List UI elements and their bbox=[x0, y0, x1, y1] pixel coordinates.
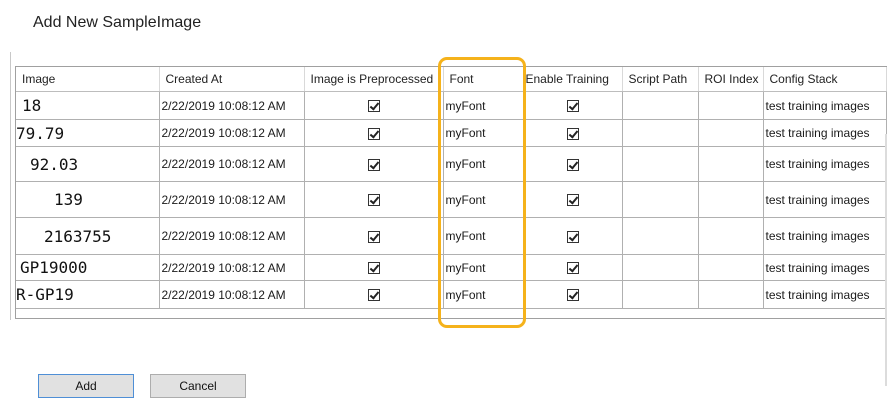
cell-font[interactable]: myFont bbox=[443, 119, 524, 147]
cell-enable-training[interactable] bbox=[523, 280, 623, 309]
cell-created-at[interactable]: 2/22/2019 10:08:12 AM bbox=[159, 91, 305, 120]
cell-created-at[interactable]: 2/22/2019 10:08:12 AM bbox=[159, 254, 305, 281]
cell-image[interactable]: GP19000 bbox=[16, 254, 160, 281]
cell-enable-training[interactable] bbox=[523, 119, 623, 147]
checkbox-checked[interactable] bbox=[566, 230, 579, 243]
cell-image[interactable]: 18 bbox=[16, 91, 160, 120]
image-text: R-GP19 bbox=[16, 285, 74, 304]
cell-roi-index[interactable] bbox=[698, 181, 764, 218]
column-header-config-stack[interactable]: Config Stack bbox=[763, 67, 887, 92]
cell-font[interactable]: myFont bbox=[443, 217, 524, 255]
checkbox-checked[interactable] bbox=[566, 100, 579, 113]
cell-script-path[interactable] bbox=[622, 119, 699, 147]
cell-font[interactable]: myFont bbox=[443, 146, 524, 182]
cell-config-stack[interactable]: test training images bbox=[763, 254, 887, 281]
cell-preprocessed[interactable] bbox=[304, 91, 444, 120]
table-row[interactable]: 18 2/22/2019 10:08:12 AM myFont test traini… bbox=[16, 91, 887, 120]
column-header-preprocessed[interactable]: Image is Preprocessed bbox=[304, 67, 444, 92]
cell-image[interactable]: 92.03 bbox=[16, 146, 160, 182]
image-text: 79.79 bbox=[16, 123, 65, 143]
checkbox-checked[interactable] bbox=[367, 127, 380, 140]
column-header-created-at[interactable]: Created At bbox=[159, 67, 305, 92]
table-row[interactable]: 139 2/22/2019 10:08:12 AM myFont test train… bbox=[16, 181, 887, 218]
cell-preprocessed[interactable] bbox=[304, 254, 444, 281]
cell-script-path[interactable] bbox=[622, 146, 699, 182]
table-row[interactable]: 79.79 2/22/2019 10:08:12 AM myFont test tra… bbox=[16, 119, 887, 147]
cell-script-path[interactable] bbox=[622, 181, 699, 218]
cell-created-at[interactable]: 2/22/2019 10:08:12 AM bbox=[159, 146, 305, 182]
checkbox-checked[interactable] bbox=[566, 158, 579, 171]
image-text: 92.03 bbox=[30, 154, 79, 174]
cell-created-at[interactable]: 2/22/2019 10:08:12 AM bbox=[159, 181, 305, 218]
dialog-title: Add New SampleImage bbox=[33, 14, 202, 31]
cell-roi-index[interactable] bbox=[698, 217, 764, 255]
cell-roi-index[interactable] bbox=[698, 119, 764, 147]
column-header-script-path[interactable]: Script Path bbox=[622, 67, 699, 92]
checkbox-checked[interactable] bbox=[566, 262, 579, 275]
cell-font[interactable]: myFont bbox=[443, 181, 524, 218]
image-text: 18 bbox=[22, 96, 42, 115]
sample-image-grid[interactable]: Image Created At Image is Preprocessed F… bbox=[15, 66, 887, 386]
cell-roi-index[interactable] bbox=[698, 91, 764, 120]
cell-created-at[interactable]: 2/22/2019 10:08:12 AM bbox=[159, 217, 305, 255]
cell-image[interactable]: 2163755 bbox=[16, 217, 160, 255]
cell-script-path[interactable] bbox=[622, 254, 699, 281]
cell-enable-training[interactable] bbox=[523, 217, 623, 255]
cell-roi-index[interactable] bbox=[698, 146, 764, 182]
cell-font[interactable]: myFont bbox=[443, 91, 524, 120]
checkbox-checked[interactable] bbox=[367, 158, 380, 171]
cell-script-path[interactable] bbox=[622, 217, 699, 255]
cell-created-at[interactable]: 2/22/2019 10:08:12 AM bbox=[159, 280, 305, 309]
cell-preprocessed[interactable] bbox=[304, 280, 444, 309]
image-text: GP19000 bbox=[20, 258, 88, 277]
checkbox-checked[interactable] bbox=[367, 100, 380, 113]
checkbox-checked[interactable] bbox=[566, 194, 579, 207]
column-header-image[interactable]: Image bbox=[16, 67, 160, 92]
cell-created-at[interactable]: 2/22/2019 10:08:12 AM bbox=[159, 119, 305, 147]
cell-config-stack[interactable]: test training images bbox=[763, 91, 887, 120]
add-button[interactable]: Add bbox=[38, 374, 134, 398]
cell-font[interactable]: myFont bbox=[443, 280, 524, 309]
cancel-button[interactable]: Cancel bbox=[150, 374, 246, 398]
cell-config-stack[interactable]: test training images bbox=[763, 119, 887, 147]
cell-config-stack[interactable]: test training images bbox=[763, 146, 887, 182]
checkbox-checked[interactable] bbox=[367, 262, 380, 275]
checkbox-checked[interactable] bbox=[566, 127, 579, 140]
cell-enable-training[interactable] bbox=[523, 91, 623, 120]
cell-enable-training[interactable] bbox=[523, 254, 623, 281]
left-divider bbox=[10, 52, 11, 320]
cell-preprocessed[interactable] bbox=[304, 146, 444, 182]
cell-image[interactable]: R-GP19 bbox=[16, 280, 160, 309]
column-header-enable-training[interactable]: Enable Training bbox=[523, 67, 623, 92]
cell-preprocessed[interactable] bbox=[304, 217, 444, 255]
table-row[interactable]: R-GP19 2/22/2019 10:08:12 AM myFont test tr… bbox=[16, 280, 887, 309]
checkbox-checked[interactable] bbox=[367, 194, 380, 207]
cell-font[interactable]: myFont bbox=[443, 254, 524, 281]
cell-config-stack[interactable]: test training images bbox=[763, 280, 887, 309]
cell-image[interactable]: 79.79 bbox=[16, 119, 160, 147]
table-row[interactable]: 2163755 2/22/2019 10:08:12 AM myFont test t… bbox=[16, 217, 887, 255]
cell-preprocessed[interactable] bbox=[304, 181, 444, 218]
table-row[interactable]: 92.03 2/22/2019 10:08:12 AM myFont test tra… bbox=[16, 146, 887, 182]
image-text: 139 bbox=[54, 190, 83, 209]
cell-preprocessed[interactable] bbox=[304, 119, 444, 147]
column-header-roi-index[interactable]: ROI Index bbox=[698, 67, 764, 92]
cell-image[interactable]: 139 bbox=[16, 181, 160, 218]
data-table: Image Created At Image is Preprocessed F… bbox=[16, 67, 887, 309]
column-header-font[interactable]: Font bbox=[443, 67, 524, 92]
cell-config-stack[interactable]: test training images bbox=[763, 217, 887, 255]
checkbox-checked[interactable] bbox=[367, 230, 380, 243]
cell-enable-training[interactable] bbox=[523, 146, 623, 182]
table-row[interactable]: GP19000 2/22/2019 10:08:12 AM myFont test t… bbox=[16, 254, 887, 281]
image-text: 2163755 bbox=[44, 226, 112, 246]
checkbox-checked[interactable] bbox=[367, 289, 380, 302]
checkbox-checked[interactable] bbox=[566, 289, 579, 302]
cell-enable-training[interactable] bbox=[523, 181, 623, 218]
header-row: Image Created At Image is Preprocessed F… bbox=[16, 67, 887, 92]
cell-script-path[interactable] bbox=[622, 91, 699, 120]
cell-script-path[interactable] bbox=[622, 280, 699, 309]
cell-config-stack[interactable]: test training images bbox=[763, 181, 887, 218]
cell-roi-index[interactable] bbox=[698, 254, 764, 281]
cell-roi-index[interactable] bbox=[698, 280, 764, 309]
